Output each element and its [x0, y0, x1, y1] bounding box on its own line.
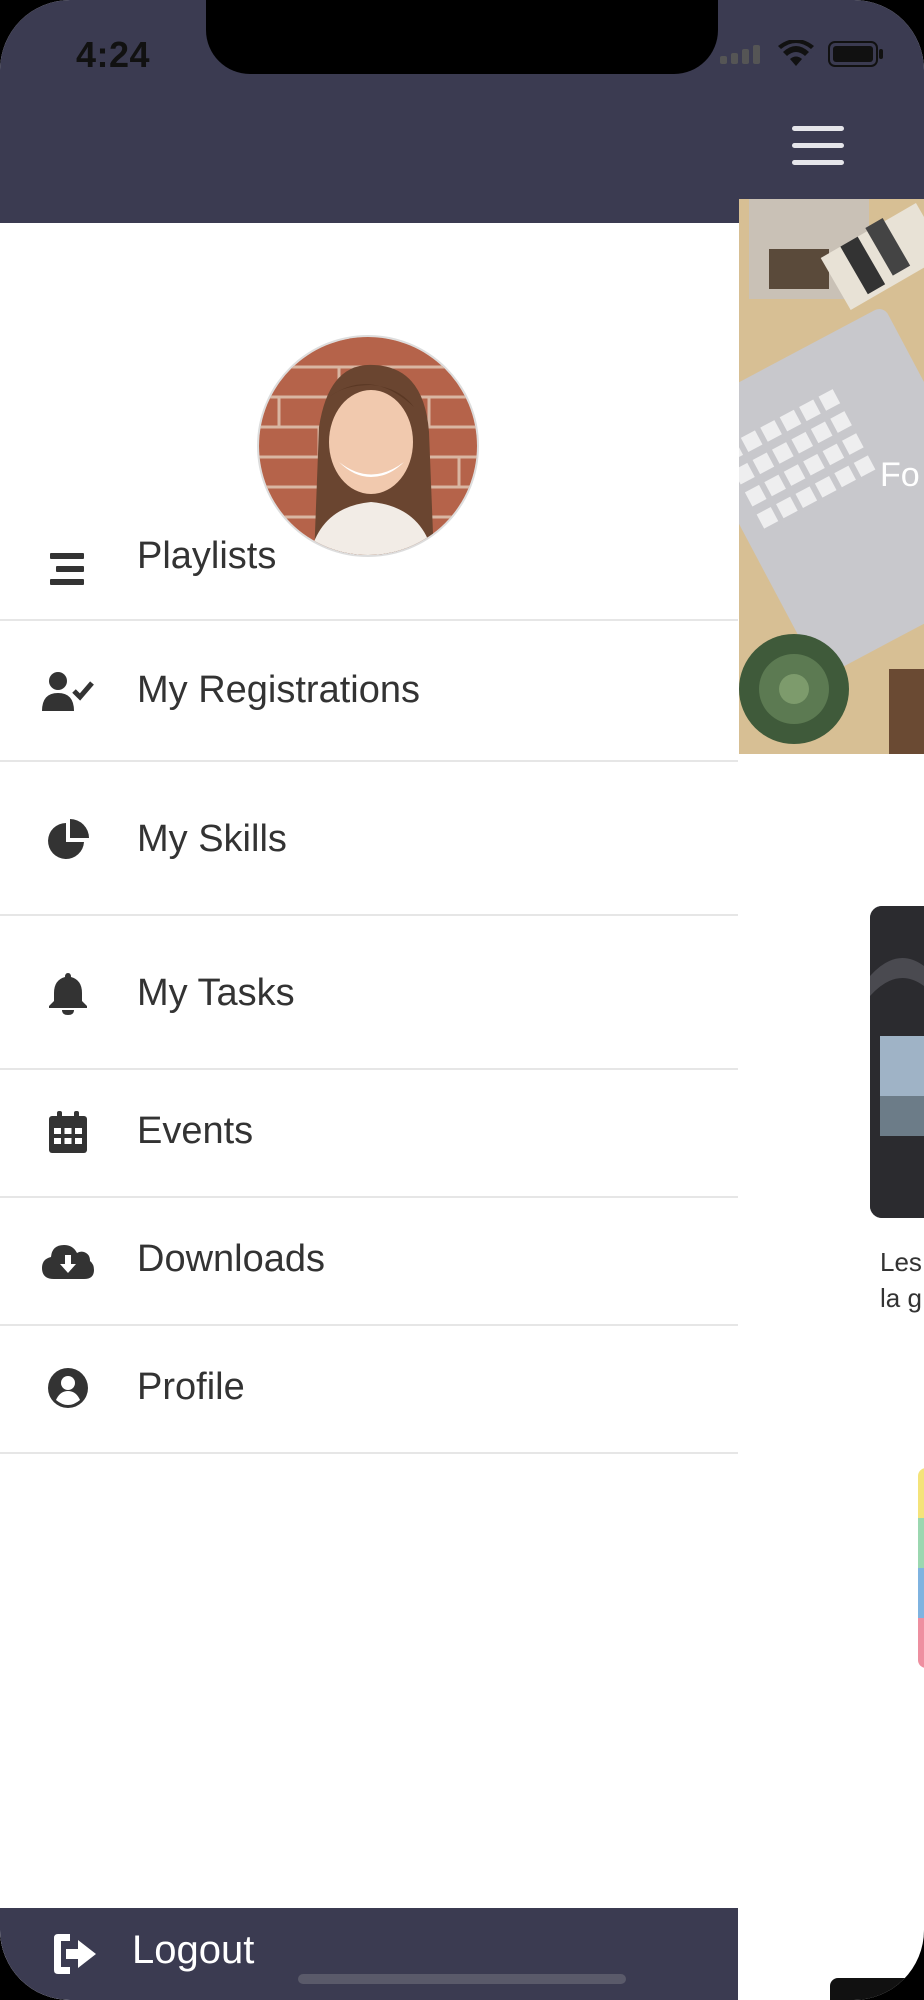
card-caption: Les la g	[880, 1247, 922, 1313]
menu-item-label: My Tasks	[137, 972, 295, 1014]
color-strip	[918, 1468, 924, 1668]
battery-icon	[828, 40, 884, 73]
menu-item-label: My Registrations	[137, 669, 420, 711]
menu-item-my-skills[interactable]: My Skills	[0, 762, 738, 916]
user-check-icon	[40, 663, 96, 719]
navigation-drawer: Playlists My Registrations My Skills My …	[0, 223, 738, 2000]
user-circle-icon	[40, 1360, 96, 1416]
menu-item-label: My Skills	[137, 818, 287, 860]
menu-item-my-tasks[interactable]: My Tasks	[0, 916, 738, 1070]
background-element	[830, 1978, 924, 2000]
list-icon	[40, 541, 96, 597]
menu-item-playlists[interactable]: Playlists	[0, 535, 738, 621]
menu-item-downloads[interactable]: Downloads	[0, 1198, 738, 1326]
logout-button[interactable]: Logout	[0, 1908, 738, 2000]
avatar[interactable]	[257, 335, 479, 557]
pie-chart-icon	[40, 812, 96, 868]
drawer-menu: Playlists My Registrations My Skills My …	[0, 535, 738, 1454]
menu-item-events[interactable]: Events	[0, 1070, 738, 1198]
menu-item-profile[interactable]: Profile	[0, 1326, 738, 1454]
hero-title: Fo	[880, 456, 920, 494]
card-image[interactable]	[870, 906, 924, 1218]
notch	[206, 0, 718, 74]
wifi-icon	[778, 39, 814, 73]
menu-item-label: Events	[137, 1110, 254, 1152]
menu-item-my-registrations[interactable]: My Registrations	[0, 621, 738, 762]
sign-out-icon	[52, 1932, 98, 1976]
logout-label: Logout	[132, 1928, 255, 1972]
hamburger-icon[interactable]	[792, 126, 844, 166]
calendar-icon	[40, 1104, 96, 1160]
phone-screen: Fo Les la g 4:24 Playlists My Registrati…	[0, 0, 924, 2000]
signal-icon	[720, 44, 764, 69]
menu-item-label: Profile	[137, 1366, 245, 1408]
menu-item-label: Downloads	[137, 1238, 325, 1280]
status-icons	[720, 39, 884, 73]
home-indicator[interactable]	[298, 1974, 626, 1984]
status-time: 4:24	[76, 34, 151, 75]
cloud-download-icon	[40, 1232, 96, 1288]
menu-item-label: Playlists	[137, 535, 277, 577]
bell-icon	[40, 966, 96, 1022]
